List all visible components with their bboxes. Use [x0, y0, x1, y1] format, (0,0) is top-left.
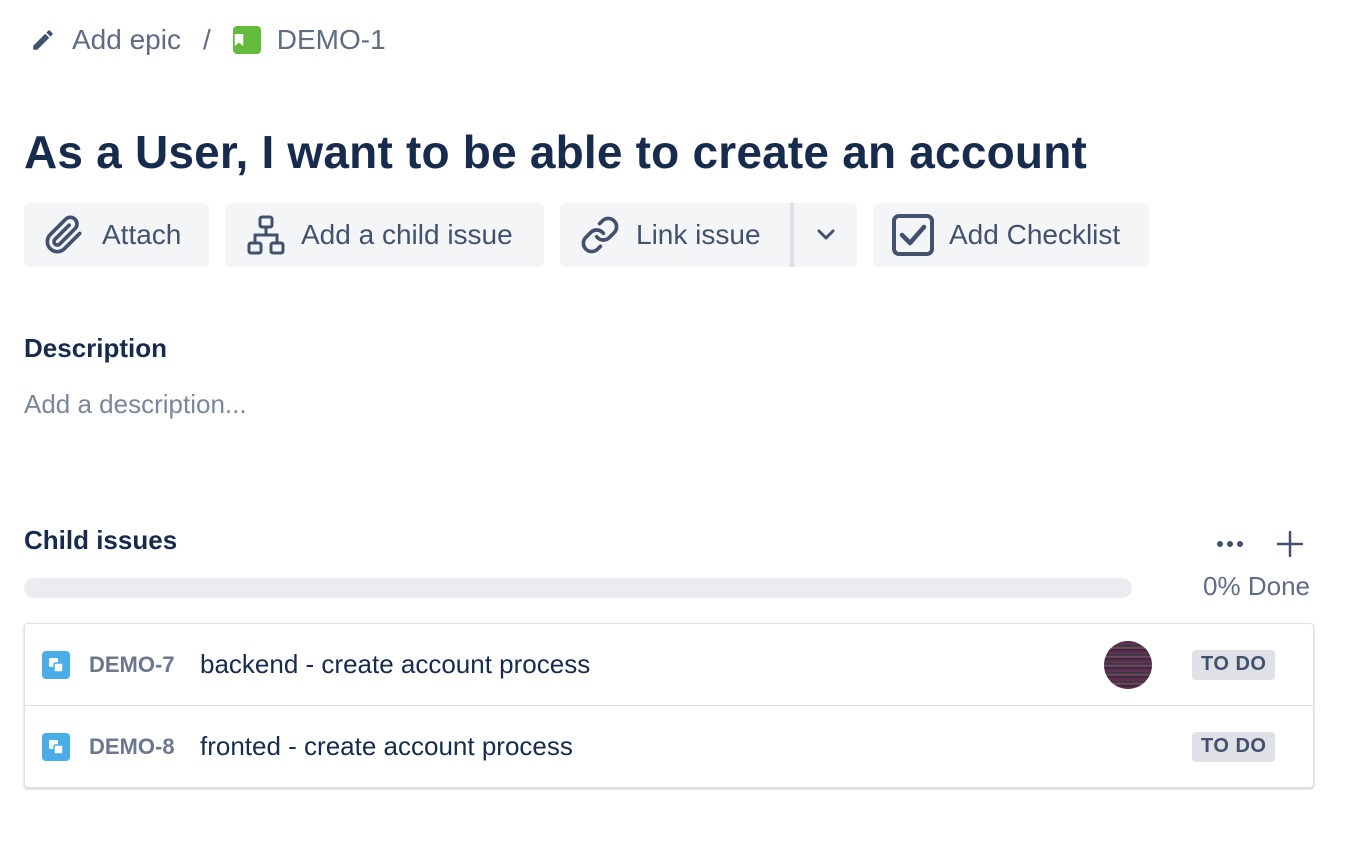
- child-issues-progress-bar: [24, 578, 1132, 598]
- chevron-down-icon: [817, 229, 835, 241]
- add-checklist-label: Add Checklist: [949, 219, 1121, 250]
- child-issue-summary[interactable]: backend - create account process: [200, 649, 590, 680]
- link-issue-button[interactable]: Link issue: [560, 203, 790, 267]
- add-child-issue-label: Add a child issue: [301, 219, 513, 250]
- subtask-icon: [42, 650, 70, 679]
- add-child-issue-button[interactable]: Add a child issue: [225, 203, 544, 267]
- add-checklist-button[interactable]: Add Checklist: [873, 203, 1149, 267]
- checkbox-checked-icon: [891, 213, 935, 257]
- issue-toolbar: Attach Add a child issue Link issue Add …: [24, 203, 1149, 267]
- breadcrumb-separator: /: [202, 24, 211, 55]
- child-issues-actions: [1206, 524, 1314, 564]
- more-dots-icon: [1217, 541, 1243, 547]
- hierarchy-icon: [247, 215, 285, 255]
- progress-label: 0% Done: [1203, 571, 1310, 601]
- parent-issue-key: DEMO-1: [276, 24, 386, 55]
- issue-title[interactable]: As a User, I want to be able to create a…: [24, 124, 1087, 180]
- breadcrumb: Add epic / DEMO-1: [30, 20, 386, 60]
- child-issue-key[interactable]: DEMO-7: [89, 652, 175, 678]
- story-bookmark-icon: [232, 26, 261, 54]
- attach-label: Attach: [102, 219, 182, 250]
- link-issue-group: Link issue: [560, 203, 857, 267]
- status-badge[interactable]: TO DO: [1192, 649, 1276, 680]
- description-editor[interactable]: Add a description...: [24, 389, 247, 420]
- add-epic-link[interactable]: Add epic: [30, 24, 181, 56]
- child-issue-key[interactable]: DEMO-8: [89, 734, 175, 760]
- link-issue-dropdown-button[interactable]: [794, 203, 857, 267]
- child-issues-more-button[interactable]: [1206, 524, 1254, 564]
- pencil-icon: [33, 30, 53, 50]
- child-issue-row[interactable]: DEMO-7 backend - create account process …: [25, 624, 1313, 705]
- subtask-icon: [42, 732, 70, 761]
- child-issue-list: DEMO-7 backend - create account process …: [24, 623, 1314, 788]
- add-child-button[interactable]: [1266, 524, 1314, 564]
- child-issue-summary[interactable]: fronted - create account process: [200, 731, 573, 762]
- status-badge[interactable]: TO DO: [1192, 731, 1276, 762]
- paperclip-icon: [44, 215, 84, 255]
- child-issues-heading: Child issues: [24, 525, 178, 555]
- link-icon: [580, 215, 620, 255]
- plus-icon: [1277, 531, 1303, 557]
- add-epic-label: Add epic: [72, 24, 181, 55]
- child-issue-row[interactable]: DEMO-8 fronted - create account process …: [25, 705, 1313, 787]
- description-heading: Description: [24, 333, 168, 363]
- link-issue-label: Link issue: [636, 219, 761, 250]
- parent-issue-link[interactable]: DEMO-1: [232, 24, 386, 56]
- assignee-avatar[interactable]: [1104, 640, 1152, 689]
- attach-button[interactable]: Attach: [24, 203, 209, 267]
